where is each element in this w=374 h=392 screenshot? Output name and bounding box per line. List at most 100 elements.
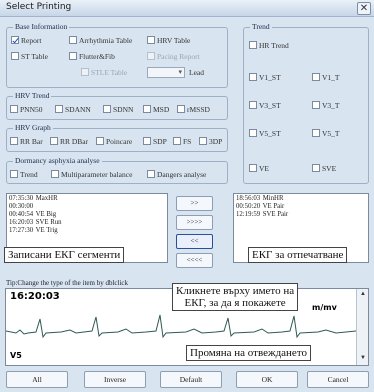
checkbox-icon: [69, 52, 77, 60]
lead-label: Lead: [189, 68, 204, 77]
v3-t-checkbox[interactable]: V3_T: [312, 101, 340, 110]
checkbox-icon: [10, 137, 18, 145]
move-left-button[interactable]: <<: [176, 234, 213, 249]
v1-t-checkbox[interactable]: V1_T: [312, 73, 340, 82]
checkbox-icon: [147, 170, 155, 178]
ecg-scrollbar[interactable]: ▲ ▼: [356, 289, 368, 365]
checkbox-icon: [249, 41, 257, 49]
list-item[interactable]: 00:50:20 VE Pair: [236, 203, 366, 211]
sdnn-checkbox[interactable]: SDNN: [103, 105, 133, 114]
checkbox-icon: [143, 105, 151, 113]
v1-st-checkbox[interactable]: V1_ST: [249, 73, 281, 82]
3dp-checkbox[interactable]: 3DP: [199, 137, 222, 146]
tip-text: Tip:Change the type of the item by dblcl…: [6, 279, 129, 287]
checkbox-icon: [143, 137, 151, 145]
inverse-button[interactable]: Inverse: [84, 371, 146, 388]
dormancy-group: Dormancy asphyxia analyse Trend Multipar…: [6, 156, 228, 184]
v3-st-checkbox[interactable]: V3_ST: [249, 101, 281, 110]
checkbox-icon: [51, 170, 59, 178]
checkbox-icon: [103, 105, 111, 113]
rr-dbar-checkbox[interactable]: RR DBar: [50, 137, 88, 146]
annotation-print-ecg: ЕКГ за отпечатване: [248, 247, 348, 263]
checkbox-icon: [81, 68, 89, 76]
poincare-checkbox[interactable]: Poincare: [96, 137, 132, 146]
move-all-left-button[interactable]: <<<<: [176, 253, 213, 268]
checkbox-icon: [312, 129, 320, 137]
checkbox-icon: [96, 137, 104, 145]
hrv-graph-title: HRV Graph: [13, 123, 53, 132]
v5-st-checkbox[interactable]: V5_ST: [249, 129, 281, 138]
flutter-fib-checkbox[interactable]: Flutter&Fib: [69, 52, 115, 61]
checkbox-icon: [11, 52, 19, 60]
hr-trend-checkbox[interactable]: HR Trend: [249, 41, 289, 50]
v5-t-checkbox[interactable]: V5_T: [312, 129, 340, 138]
checkbox-icon: [312, 101, 320, 109]
dormancy-title: Dormancy asphyxia analyse: [13, 156, 102, 165]
checkbox-icon: [312, 164, 320, 172]
ok-button[interactable]: OK: [236, 371, 298, 388]
checkbox-icon: [173, 137, 181, 145]
checkbox-icon: [11, 36, 19, 44]
report-checkbox[interactable]: Report: [11, 36, 41, 45]
rmssd-checkbox[interactable]: rMSSD: [177, 105, 210, 114]
ve-checkbox[interactable]: VE: [249, 164, 269, 173]
annotation-click-ecg: Кликнете върху името на ЕКГ, за да я пок…: [172, 283, 299, 311]
move-all-right-button[interactable]: >>>>: [176, 215, 213, 230]
arrhythmia-table-checkbox[interactable]: Arrhythmia Table: [69, 36, 132, 45]
hrv-trend-title: HRV Trend: [13, 91, 52, 100]
checkbox-icon: [50, 137, 58, 145]
scroll-down-icon[interactable]: ▼: [360, 355, 366, 361]
checkbox-icon: [147, 36, 155, 44]
list-item[interactable]: 00:30:00: [9, 203, 165, 211]
checkbox-icon: [10, 170, 18, 178]
hrv-table-checkbox[interactable]: HRV Table: [147, 36, 190, 45]
dormancy-trend-checkbox[interactable]: Trend: [10, 170, 38, 179]
checkbox-icon: [199, 137, 207, 145]
annotation-recorded-segments: Записани ЕКГ сегменти: [4, 247, 125, 263]
checkbox-icon: [69, 36, 77, 44]
list-item[interactable]: 17:27:30 VE Trig: [9, 227, 165, 235]
checkbox-icon: [147, 52, 155, 60]
dangers-analyse-checkbox[interactable]: Dangers analyse: [147, 170, 206, 179]
sve-checkbox[interactable]: SVE: [312, 164, 336, 173]
sdp-checkbox[interactable]: SDP: [143, 137, 167, 146]
trend-title: Trend: [250, 22, 272, 31]
hrv-trend-group: HRV Trend PNN50 SDANN SDNN MSD rMSSD: [6, 91, 228, 120]
lead-select[interactable]: ▾: [147, 67, 185, 78]
stle-table-checkbox[interactable]: STLE Table: [81, 68, 127, 77]
st-table-checkbox[interactable]: ST Table: [11, 52, 48, 61]
window-title: Select Printing: [6, 2, 72, 12]
list-item[interactable]: 07:35:30 MaxHR: [9, 195, 165, 203]
sdann-checkbox[interactable]: SDANN: [55, 105, 91, 114]
pacing-report-checkbox[interactable]: Pacing Report: [147, 52, 200, 61]
all-button[interactable]: All: [6, 371, 68, 388]
cancel-button[interactable]: Cancel: [307, 371, 369, 388]
checkbox-icon: [10, 105, 18, 113]
list-item[interactable]: 12:19:59 SVE Pair: [236, 211, 366, 219]
trend-group: Trend HR Trend V1_ST V1_T V3_ST V3_T V5_…: [243, 22, 369, 184]
chevron-down-icon: ▾: [178, 68, 182, 76]
default-button[interactable]: Default: [160, 371, 222, 388]
move-right-button[interactable]: >>: [176, 196, 213, 211]
checkbox-icon: [312, 73, 320, 81]
hrv-graph-group: HRV Graph RR Bar RR DBar Poincare SDP FS…: [6, 123, 228, 152]
checkbox-icon: [177, 105, 185, 113]
close-button[interactable]: ✕: [357, 2, 371, 15]
checkbox-icon: [249, 164, 257, 172]
scroll-up-icon[interactable]: ▲: [360, 291, 366, 297]
list-item[interactable]: 18:56:03 MinHR: [236, 195, 366, 203]
checkbox-icon: [249, 129, 257, 137]
base-info-title: Base Information: [13, 22, 70, 31]
fs-checkbox[interactable]: FS: [173, 137, 191, 146]
msd-checkbox[interactable]: MSD: [143, 105, 169, 114]
base-info-group: Base Information Report Arrhythmia Table…: [6, 22, 228, 88]
list-item[interactable]: 00:40:54 VE Big: [9, 211, 165, 219]
checkbox-icon: [249, 73, 257, 81]
multiparameter-balance-checkbox[interactable]: Multiparameter balance: [51, 170, 132, 179]
list-item[interactable]: 16:20:03 SVE Run: [9, 219, 165, 227]
checkbox-icon: [55, 105, 63, 113]
pnn50-checkbox[interactable]: PNN50: [10, 105, 43, 114]
annotation-lead-change: Промяна на отвеждането: [186, 345, 311, 361]
checkbox-icon: [249, 101, 257, 109]
rr-bar-checkbox[interactable]: RR Bar: [10, 137, 43, 146]
